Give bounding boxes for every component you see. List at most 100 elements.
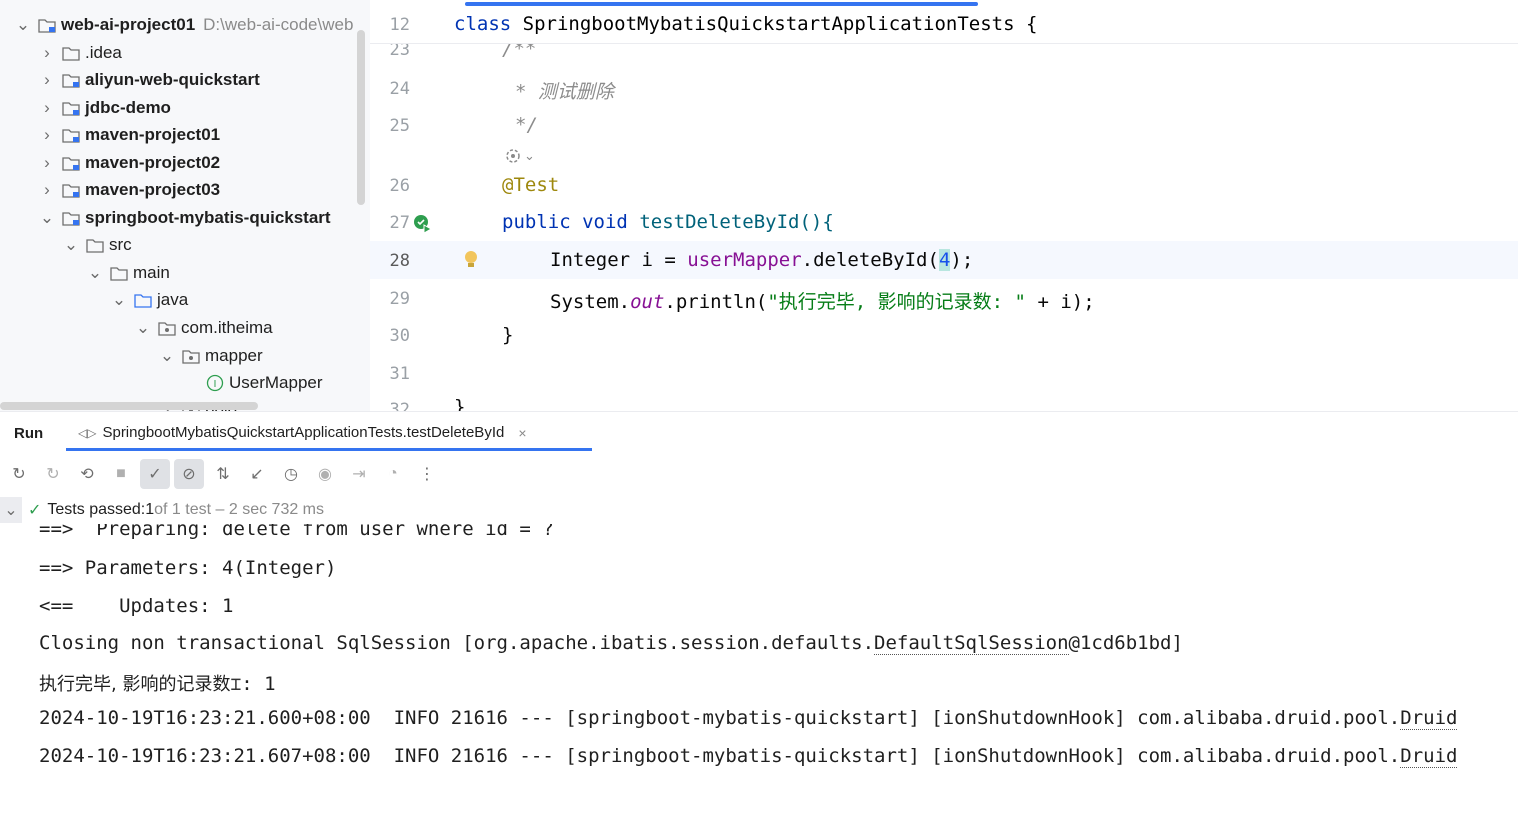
chevron-down-icon[interactable]: ⌄ — [88, 263, 102, 282]
sticky-class-name: SpringbootMybatisQuickstartApplicationTe… — [511, 13, 1038, 35]
package-icon — [158, 320, 176, 336]
keyword-void: void — [582, 211, 628, 233]
bean-icon[interactable]: ⌄ — [502, 146, 535, 166]
test-status-row[interactable]: ⌄ ✓ Tests passed: 1 of 1 test – 2 sec 73… — [0, 496, 1518, 524]
tree-item-jdbc[interactable]: › jdbc-demo — [40, 95, 171, 121]
tree-item-package-mapper[interactable]: ⌄ mapper — [160, 343, 263, 369]
rerun-failed-icon[interactable]: ↻ — [38, 459, 68, 489]
run-config-tab[interactable]: ◁▷ SpringbootMybatisQuickstartApplicatio… — [78, 424, 527, 441]
tree-item-java[interactable]: ⌄ java — [112, 287, 188, 313]
console-link[interactable]: Druid — [1400, 707, 1458, 730]
code-text: Integer i = — [550, 249, 688, 271]
sort-duration-icon[interactable]: ◷ — [276, 459, 306, 489]
project-tree: ⌄ web-ai-project01 D:\web-ai-code\web › … — [0, 0, 370, 411]
status-detail: of 1 test – 2 sec 732 ms — [154, 501, 325, 518]
comment-text: 测试删除 — [537, 81, 614, 103]
rerun-icon[interactable]: ↻ — [4, 459, 34, 489]
run-test-gutter-icon[interactable] — [412, 213, 434, 240]
tree-item-label: maven-project02 — [85, 153, 221, 172]
more-options-icon[interactable]: ⋮ — [412, 459, 442, 489]
chevron-down-icon[interactable]: ⌄ — [0, 497, 22, 523]
tree-item-package-itheima[interactable]: ⌄ com.itheima — [136, 315, 273, 341]
code-line-27: public void testDeleteById(){ — [502, 211, 834, 233]
code-line-24: * 测试删除 — [515, 77, 614, 104]
field-usermapper: userMapper — [687, 249, 802, 271]
chevron-down-icon[interactable]: ⌄ — [160, 346, 174, 365]
chevron-down-icon[interactable]: ⌄ — [40, 208, 54, 227]
tree-item-label: jdbc-demo — [85, 98, 171, 117]
close-icon[interactable]: × — [518, 425, 526, 441]
module-folder-icon — [62, 72, 80, 88]
tree-item-aliyun[interactable]: › aliyun-web-quickstart — [40, 67, 260, 93]
code-line-25: */ — [515, 114, 538, 136]
console-text: : 1 — [241, 673, 276, 695]
chevron-right-icon[interactable]: › — [40, 43, 54, 62]
static-field-out: out — [630, 291, 665, 313]
tree-item-maven01[interactable]: › maven-project01 — [40, 122, 220, 148]
tree-item-maven02[interactable]: › maven-project02 — [40, 150, 220, 176]
lightbulb-icon[interactable] — [463, 250, 479, 275]
stop-icon[interactable]: ■ — [106, 459, 136, 489]
run-panel-title: Run — [14, 425, 44, 442]
console-line: <== Updates: 1 — [39, 595, 234, 617]
line-number: 26 — [389, 176, 410, 196]
tree-item-maven03[interactable]: › maven-project03 — [40, 177, 220, 203]
sticky-class-header[interactable]: 12 class SpringbootMybatisQuickstartAppl… — [370, 0, 1518, 44]
import-tests-icon[interactable]: ⇥ — [344, 459, 374, 489]
show-ignored-icon[interactable]: ⊘ — [174, 459, 204, 489]
tree-item-main[interactable]: ⌄ main — [88, 260, 170, 286]
chevron-down-icon[interactable]: ⌄ — [136, 318, 150, 337]
tree-item-usermapper[interactable]: I UserMapper — [206, 370, 323, 396]
console-text: Closing non transactional SqlSession [or… — [39, 632, 875, 654]
line-number: 27 — [389, 213, 410, 233]
console-link[interactable]: Druid — [1400, 745, 1458, 768]
console-text: 2024-10-19T16:23:21.600+08:00 INFO 21616… — [39, 707, 1401, 729]
module-folder-icon — [62, 155, 80, 171]
chevron-down-icon[interactable]: ⌄ — [64, 235, 78, 254]
chevron-right-icon[interactable]: › — [40, 153, 54, 172]
chevron-down-icon: ⌄ — [524, 148, 535, 163]
code-text: + i); — [1026, 291, 1095, 313]
tree-root[interactable]: ⌄ web-ai-project01 D:\web-ai-code\web — [16, 12, 354, 38]
folder-icon — [110, 265, 128, 281]
code-text: System. — [550, 291, 631, 313]
chevron-right-icon[interactable]: › — [40, 125, 54, 144]
code-editor[interactable]: 23 /** 24 * 测试删除 25 */ ⌄ 26 @Test 27 pub… — [370, 0, 1518, 411]
chevron-right-icon[interactable]: › — [40, 98, 54, 117]
console-output[interactable]: ==> Preparing: delete from user where id… — [20, 524, 1518, 814]
chevron-right-icon[interactable]: › — [40, 70, 54, 89]
run-panel-header: Run ◁▷ SpringbootMybatisQuickstartApplic… — [0, 411, 1518, 455]
tree-root-path: D:\web-ai-code\web — [203, 15, 354, 34]
sort-alpha-icon[interactable]: ⇅ — [208, 459, 238, 489]
active-tab-indicator — [465, 2, 978, 6]
show-passed-icon[interactable]: ✓ — [140, 459, 170, 489]
tree-item-label: java — [157, 290, 189, 309]
line-number: 29 — [389, 289, 410, 309]
collapse-all-icon[interactable]: ↙ — [242, 459, 272, 489]
status-prefix: Tests passed: — [47, 501, 146, 518]
module-folder-icon — [62, 127, 80, 143]
coverage-icon[interactable]: ◔ — [378, 459, 408, 489]
sidebar-vertical-scrollbar[interactable] — [357, 30, 365, 205]
tree-root-label: web-ai-project01 — [61, 15, 196, 34]
package-icon — [182, 348, 200, 364]
run-tab-underline — [66, 448, 592, 451]
tree-item-idea[interactable]: › .idea — [40, 40, 122, 66]
screenshot-icon[interactable]: ◉ — [310, 459, 340, 489]
toggle-autotest-icon[interactable]: ⟲ — [72, 459, 102, 489]
module-folder-icon — [62, 210, 80, 226]
run-tab-label: SpringbootMybatisQuickstartApplicationTe… — [102, 424, 505, 441]
line-number: 12 — [389, 15, 410, 35]
sidebar-horizontal-scrollbar[interactable] — [0, 402, 258, 410]
console-link[interactable]: DefaultSqlSession — [874, 632, 1069, 655]
chevron-right-icon[interactable]: › — [40, 180, 54, 199]
chevron-down-icon[interactable]: ⌄ — [112, 290, 126, 309]
comment-star: * — [515, 81, 538, 103]
check-icon: ✓ — [28, 502, 42, 519]
module-folder-icon — [38, 17, 56, 33]
tree-item-springboot[interactable]: ⌄ springboot-mybatis-quickstart — [40, 205, 331, 231]
chevron-down-icon[interactable]: ⌄ — [16, 15, 30, 34]
console-line: 执行完毕, 影响的记录数⌶: 1 — [39, 670, 276, 696]
code-text: ); — [950, 249, 974, 271]
tree-item-src[interactable]: ⌄ src — [64, 232, 132, 258]
